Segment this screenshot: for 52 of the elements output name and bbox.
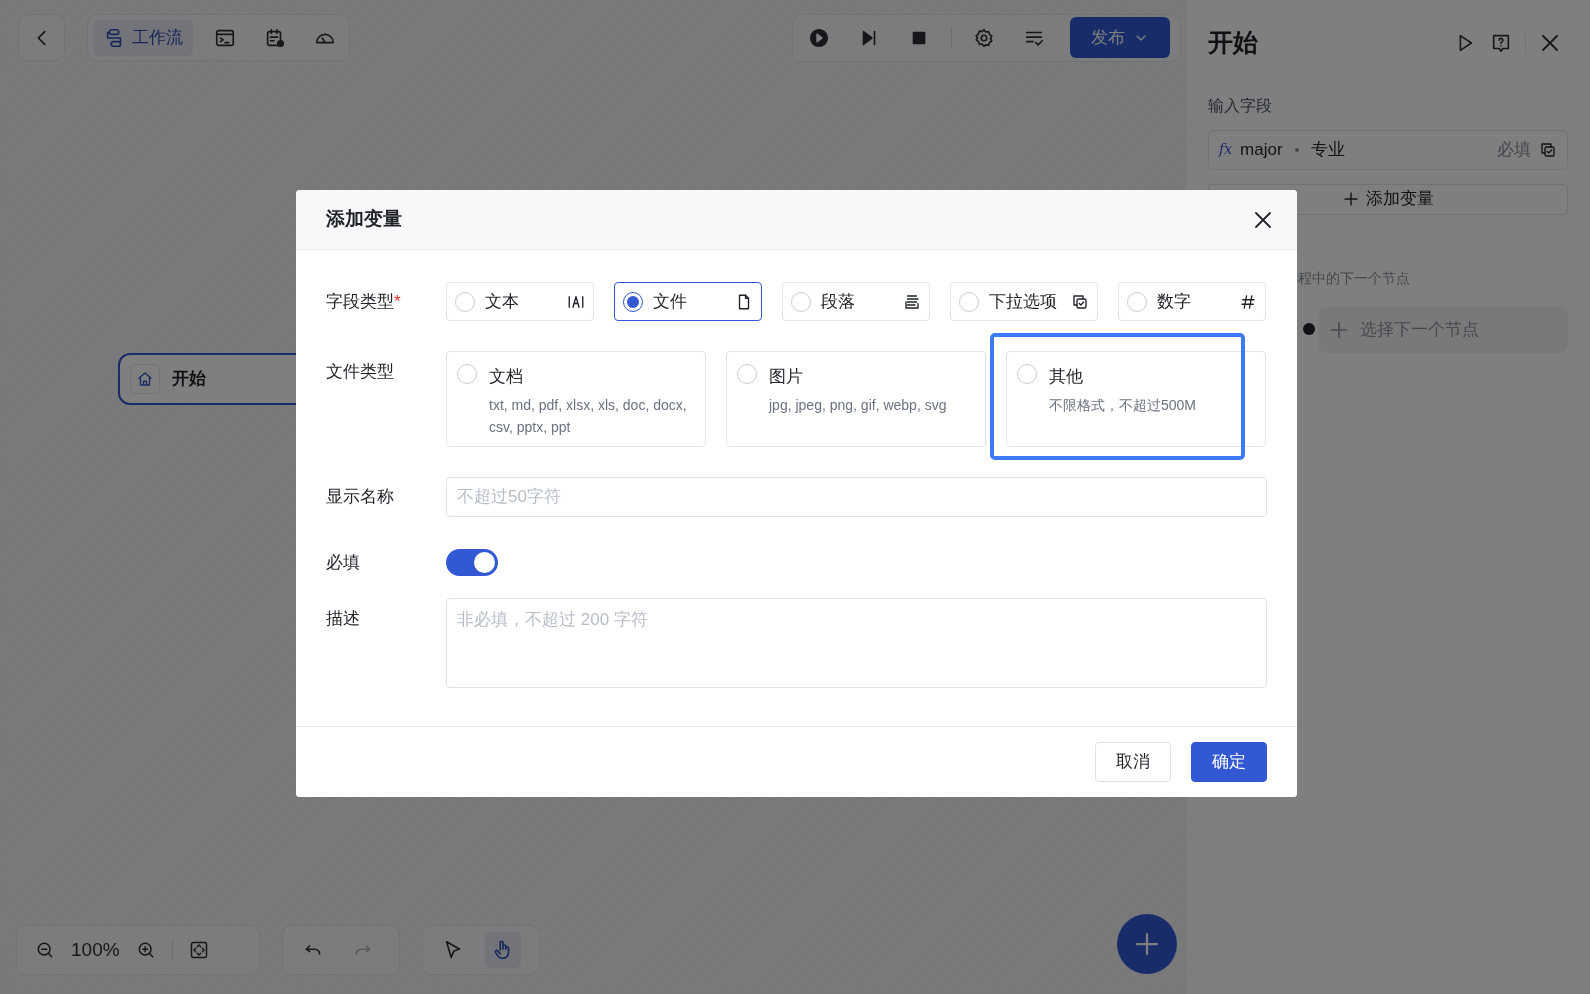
field-label: 字段类型* — [326, 290, 402, 313]
required-toggle[interactable] — [446, 549, 498, 576]
radio-button[interactable] — [1017, 364, 1037, 384]
field-name: major — [1240, 138, 1283, 161]
checkbox-icon — [1071, 292, 1089, 311]
checkbox-copy-icon — [1539, 140, 1557, 159]
type-option[interactable]: 下拉选项 — [950, 282, 1098, 321]
next-node-label: 程中的下一个节点 — [1298, 269, 1410, 288]
input-field-row[interactable]: fx major 专业 必填 — [1208, 129, 1568, 170]
hand-tool-button[interactable] — [485, 932, 521, 968]
option-title: 图片 — [769, 366, 804, 388]
dialog-title: 添加变量 — [326, 207, 402, 232]
option-description: jpg, jpeg, png, gif, webp, svg — [769, 395, 947, 415]
confirm-button[interactable]: 确定 — [1191, 742, 1267, 782]
file-type-option[interactable]: 其他 不限格式，不超过500M — [1006, 351, 1266, 447]
cancel-button[interactable]: 取消 — [1095, 742, 1171, 782]
panel-title: 开始 — [1208, 27, 1259, 58]
option-description: txt, md, pdf, xlsx, xls, doc, docx, csv, pptx, ppt — [489, 395, 688, 437]
description-field[interactable]: 非必填，不超过 200 字符 — [446, 598, 1267, 688]
calendar-icon — [264, 26, 286, 49]
field-label: 显示名称 — [326, 486, 395, 509]
plus-icon — [1328, 319, 1350, 341]
required-tag: 必填 — [1497, 136, 1531, 163]
hash-icon — [1239, 292, 1257, 311]
field-label: 描述 — [326, 608, 361, 630]
radio-button[interactable] — [737, 364, 757, 384]
field-label: 专业 — [1310, 138, 1346, 161]
play-icon — [808, 27, 830, 49]
separator-dot — [1294, 147, 1299, 152]
file-type-option[interactable]: 文档 txt, md, pdf, xlsx, xls, doc, docx, csv, pptx, ppt — [446, 351, 706, 447]
type-option[interactable]: 段落 — [782, 282, 930, 321]
home-icon — [136, 370, 154, 388]
function-label: fx — [1219, 140, 1233, 159]
plus-icon — [1342, 190, 1360, 208]
option-title: 文档 — [489, 366, 524, 388]
display-name-field[interactable]: 不超过50字符 — [446, 477, 1267, 517]
paragraph-icon — [903, 292, 921, 311]
fit-view-icon — [188, 940, 209, 960]
type-option[interactable]: 文件 — [614, 282, 762, 321]
zoom-level: 100% — [71, 937, 120, 962]
section-label: 输入字段 — [1208, 95, 1273, 116]
type-option[interactable]: 文本 — [446, 282, 594, 321]
file-type-option[interactable]: 图片 jpg, jpeg, png, gif, webp, svg — [726, 351, 986, 447]
option-description: 不限格式，不超过500M — [1049, 395, 1197, 415]
radio-button[interactable] — [457, 364, 477, 384]
type-option[interactable]: 数字 — [1118, 282, 1266, 321]
field-label: 必填 — [326, 551, 361, 574]
node-label: 开始 — [172, 368, 206, 391]
gear-icon — [973, 27, 995, 49]
connector-handle[interactable] — [1303, 323, 1315, 335]
zoom-out-icon — [35, 940, 55, 960]
option-title: 其他 — [1049, 366, 1084, 388]
